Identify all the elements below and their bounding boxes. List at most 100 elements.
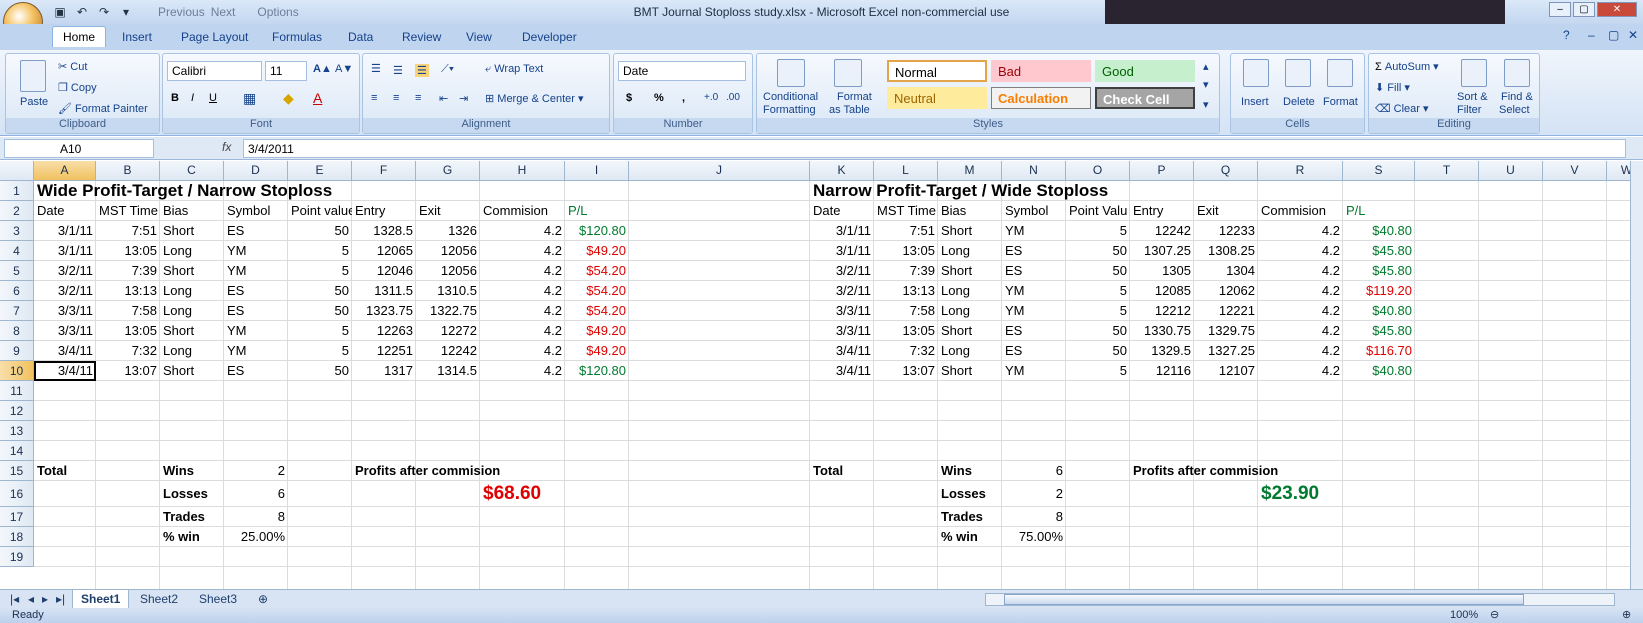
data-cell[interactable]: 12065 <box>352 241 416 261</box>
align-right-icon[interactable]: ≡ <box>415 92 421 104</box>
data-cell[interactable]: 3/1/11 <box>810 241 874 261</box>
style-bad[interactable]: Bad <box>991 60 1091 82</box>
data-cell[interactable]: 1328.5 <box>352 221 416 241</box>
grow-font-button[interactable]: A▲ <box>313 63 332 75</box>
sheet-nav-prev-icon[interactable]: ◂ <box>28 592 34 606</box>
data-cell[interactable]: $40.80 <box>1343 221 1415 241</box>
sheet-tab-1[interactable]: Sheet1 <box>72 590 130 609</box>
insert-sheet-icon[interactable]: ⊕ <box>258 592 268 606</box>
data-cell[interactable]: 4.2 <box>1258 301 1343 321</box>
data-cell[interactable]: 1314.5 <box>416 361 480 381</box>
name-box[interactable]: A10 <box>4 139 154 158</box>
style-normal[interactable]: Normal <box>887 60 987 82</box>
sheet-nav-next-icon[interactable]: ▸ <box>42 592 48 606</box>
merge-center-button[interactable]: ⊞ Merge & Center ▾ <box>485 92 584 105</box>
data-cell[interactable]: 3/4/11 <box>34 341 96 361</box>
data-cell[interactable]: 3/3/11 <box>34 321 96 341</box>
column-label[interactable]: Entry <box>1130 201 1194 221</box>
column-header-t[interactable]: T <box>1415 161 1479 181</box>
tab-insert[interactable]: Insert <box>122 30 152 44</box>
zoom-in-icon[interactable]: ⊕ <box>1622 608 1631 621</box>
number-format-select[interactable]: Date <box>618 61 746 81</box>
data-cell[interactable]: 12212 <box>1130 301 1194 321</box>
data-cell[interactable]: 5 <box>1066 301 1130 321</box>
data-cell[interactable]: 12116 <box>1130 361 1194 381</box>
decrease-decimal-icon[interactable]: .00 <box>726 92 740 103</box>
data-cell[interactable]: $119.20 <box>1343 281 1415 301</box>
tab-home[interactable]: Home <box>52 26 107 47</box>
pct-win-label[interactable]: % win <box>160 527 224 547</box>
data-cell[interactable]: 3/2/11 <box>810 281 874 301</box>
data-cell[interactable]: Long <box>160 301 224 321</box>
data-cell[interactable]: 3/3/11 <box>34 301 96 321</box>
style-neutral[interactable]: Neutral <box>887 87 987 109</box>
data-cell[interactable]: 4.2 <box>1258 321 1343 341</box>
data-cell[interactable]: YM <box>1002 281 1066 301</box>
data-cell[interactable]: 12046 <box>352 261 416 281</box>
data-cell[interactable]: 4.2 <box>1258 281 1343 301</box>
data-cell[interactable]: Short <box>938 221 1002 241</box>
column-header-d[interactable]: D <box>224 161 288 181</box>
data-cell[interactable]: Long <box>938 301 1002 321</box>
profit-value[interactable]: $23.90 <box>1258 481 1343 507</box>
data-cell[interactable]: Long <box>160 341 224 361</box>
ribbon-restore-icon[interactable]: ▢ <box>1608 28 1619 42</box>
shrink-font-button[interactable]: A▼ <box>335 63 353 75</box>
zoom-out-icon[interactable]: ⊖ <box>1490 608 1499 621</box>
trades-value[interactable]: 8 <box>1002 507 1066 527</box>
close-icon[interactable]: ✕ <box>1597 2 1637 17</box>
data-cell[interactable]: Long <box>938 281 1002 301</box>
data-cell[interactable]: 5 <box>288 341 352 361</box>
column-label[interactable]: Exit <box>1194 201 1258 221</box>
data-cell[interactable]: Short <box>160 361 224 381</box>
row-header-1[interactable]: 1 <box>0 181 34 201</box>
font-color-icon[interactable]: A <box>313 90 322 106</box>
data-cell[interactable]: 1322.75 <box>416 301 480 321</box>
data-cell[interactable]: Short <box>160 261 224 281</box>
row-header-15[interactable]: 15 <box>0 461 34 481</box>
wins-value[interactable]: 6 <box>1002 461 1066 481</box>
data-cell[interactable]: 1304 <box>1194 261 1258 281</box>
sheet-nav-first-icon[interactable]: |◂ <box>10 592 19 606</box>
fill-button[interactable]: ⬇ Fill ▾ <box>1375 81 1410 94</box>
conditional-formatting-line2[interactable]: Formatting <box>763 104 816 116</box>
style-calculation[interactable]: Calculation <box>991 87 1091 109</box>
column-header-i[interactable]: I <box>565 161 629 181</box>
tab-review[interactable]: Review <box>402 30 441 44</box>
data-cell[interactable]: 3/4/11 <box>34 361 96 381</box>
delete-cells-button[interactable]: Delete <box>1283 96 1315 108</box>
column-label[interactable]: Bias <box>938 201 1002 221</box>
data-cell[interactable]: 50 <box>288 361 352 381</box>
column-label[interactable]: Exit <box>416 201 480 221</box>
data-cell[interactable]: Short <box>938 261 1002 281</box>
row-header-4[interactable]: 4 <box>0 241 34 261</box>
data-cell[interactable]: $40.80 <box>1343 301 1415 321</box>
underline-button[interactable]: U <box>209 92 217 104</box>
ribbon-close-icon[interactable]: ✕ <box>1628 28 1638 42</box>
column-header-o[interactable]: O <box>1066 161 1130 181</box>
data-cell[interactable]: 13:07 <box>96 361 160 381</box>
data-cell[interactable]: 3/3/11 <box>810 321 874 341</box>
data-cell[interactable]: YM <box>1002 301 1066 321</box>
format-painter-button[interactable]: 🖌 Format Painter <box>58 102 148 115</box>
data-cell[interactable]: 1310.5 <box>416 281 480 301</box>
insert-function-icon[interactable]: fx <box>222 140 231 154</box>
data-cell[interactable]: 4.2 <box>480 281 565 301</box>
data-cell[interactable]: ES <box>224 221 288 241</box>
sort-filter-line2[interactable]: Filter <box>1457 104 1481 116</box>
data-cell[interactable]: 3/4/11 <box>810 341 874 361</box>
data-cell[interactable]: Short <box>160 221 224 241</box>
help-icon[interactable]: ? <box>1563 28 1570 42</box>
column-header-r[interactable]: R <box>1258 161 1343 181</box>
column-header-m[interactable]: M <box>938 161 1002 181</box>
profit-value[interactable]: $68.60 <box>480 481 565 507</box>
data-cell[interactable]: ES <box>1002 241 1066 261</box>
format-as-table-icon[interactable] <box>834 59 862 87</box>
paste-icon[interactable] <box>20 60 46 92</box>
font-family-select[interactable]: Calibri <box>167 61 262 81</box>
data-cell[interactable]: $116.70 <box>1343 341 1415 361</box>
column-label[interactable]: Commision <box>1258 201 1343 221</box>
total-label[interactable]: Total <box>34 461 96 481</box>
data-cell[interactable]: YM <box>1002 221 1066 241</box>
styles-scroll-down-icon[interactable]: ▾ <box>1203 78 1209 91</box>
